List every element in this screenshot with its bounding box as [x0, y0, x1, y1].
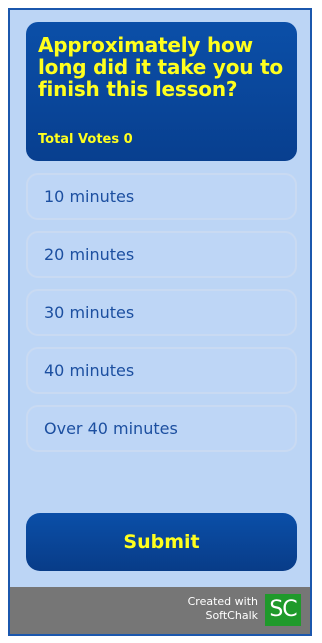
poll-widget: Approximately how long did it take you t… [8, 8, 312, 636]
option-over-40-minutes[interactable]: Over 40 minutes [26, 405, 297, 452]
created-with-text: Created with SoftChalk [188, 595, 258, 623]
footer-line-2: SoftChalk [205, 609, 258, 622]
footer: Created with SoftChalk SC [10, 587, 310, 634]
softchalk-logo-icon[interactable]: SC [265, 594, 301, 626]
option-20-minutes[interactable]: 20 minutes [26, 231, 297, 278]
total-votes: Total Votes 0 [38, 132, 133, 147]
option-30-minutes[interactable]: 30 minutes [26, 289, 297, 336]
question-text: Approximately how long did it take you t… [38, 33, 283, 101]
option-10-minutes[interactable]: 10 minutes [26, 173, 297, 220]
footer-line-1: Created with [187, 595, 258, 608]
option-40-minutes[interactable]: 40 minutes [26, 347, 297, 394]
question-box: Approximately how long did it take you t… [26, 22, 297, 161]
submit-button[interactable]: Submit [26, 513, 297, 571]
